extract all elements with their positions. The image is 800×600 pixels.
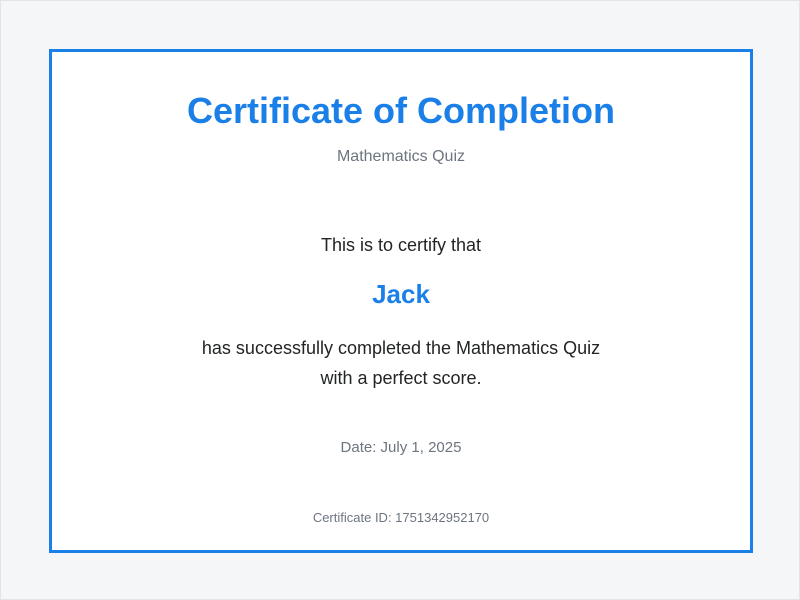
certificate-title: Certificate of Completion [186, 90, 616, 131]
recipient-name: Jack [372, 279, 430, 309]
certificate-id: Certificate ID: 1751342952170 [312, 510, 490, 525]
completion-statement: has successfully completed the Mathemati… [52, 333, 750, 393]
certificate-date: Date: July 1, 2025 [340, 439, 462, 456]
statement-line-2: with a perfect score. [320, 368, 482, 388]
page: Certificate of Completion Mathematics Qu… [0, 0, 800, 600]
certify-text: This is to certify that [320, 235, 482, 255]
quiz-subtitle: Mathematics Quiz [336, 148, 466, 165]
certificate-card: Certificate of Completion Mathematics Qu… [49, 49, 753, 553]
statement-line-1: has successfully completed the Mathemati… [201, 338, 601, 358]
